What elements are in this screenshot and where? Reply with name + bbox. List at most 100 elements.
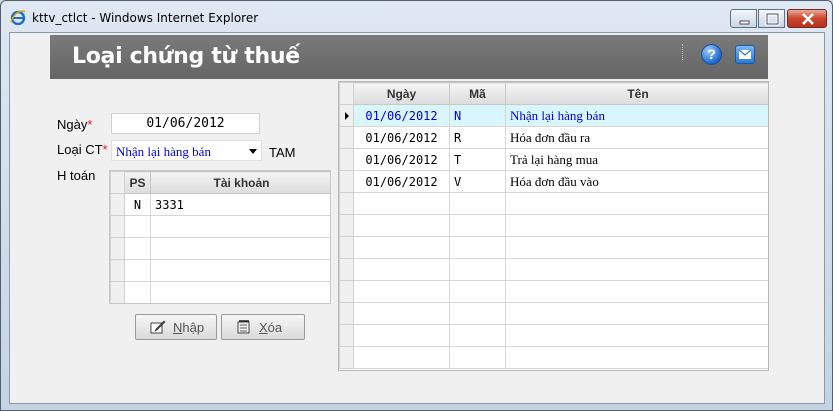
ps-cell[interactable]: [124, 259, 151, 282]
account-cell[interactable]: [150, 237, 330, 260]
column-header-ps[interactable]: PS: [124, 171, 151, 194]
ps-cell[interactable]: [124, 215, 151, 238]
table-row[interactable]: [339, 280, 768, 303]
code-cell[interactable]: [449, 280, 506, 303]
code-cell[interactable]: [449, 192, 506, 215]
code-cell[interactable]: [449, 214, 506, 237]
ps-cell[interactable]: N: [124, 193, 151, 216]
code-cell[interactable]: T: [449, 148, 506, 171]
name-cell[interactable]: [505, 258, 768, 281]
row-header[interactable]: [339, 302, 354, 325]
date-cell[interactable]: [353, 324, 450, 347]
date-cell[interactable]: [353, 302, 450, 325]
row-header[interactable]: [110, 193, 125, 216]
row-header[interactable]: [339, 126, 354, 149]
code-cell[interactable]: [449, 236, 506, 259]
table-row[interactable]: 01/06/2012 N Nhận lại hàng bán: [339, 104, 768, 127]
code-cell[interactable]: [449, 346, 506, 369]
date-cell[interactable]: [353, 258, 450, 281]
code-cell[interactable]: [449, 258, 506, 281]
account-label: H toán: [57, 168, 96, 183]
account-cell[interactable]: 3331: [150, 193, 330, 216]
code-cell[interactable]: [449, 302, 506, 325]
date-cell[interactable]: [353, 192, 450, 215]
date-cell[interactable]: [353, 214, 450, 237]
date-cell[interactable]: 01/06/2012: [353, 170, 450, 193]
table-row[interactable]: 01/06/2012 T Trả lại hàng mua: [339, 148, 768, 171]
document-type-select[interactable]: Nhận lại hàng bán: [111, 140, 262, 161]
chevron-down-icon[interactable]: [249, 149, 257, 154]
code-cell[interactable]: R: [449, 126, 506, 149]
date-input[interactable]: 01/06/2012: [111, 113, 260, 134]
column-header-date[interactable]: Ngày: [353, 82, 450, 105]
account-cell[interactable]: [150, 281, 330, 303]
row-header[interactable]: [110, 237, 125, 260]
table-row[interactable]: 01/06/2012 V Hóa đơn đầu vào: [339, 170, 768, 193]
minimize-button[interactable]: [730, 9, 757, 28]
table-row[interactable]: [110, 259, 330, 282]
name-cell[interactable]: [505, 280, 768, 303]
row-header[interactable]: [339, 148, 354, 171]
row-header[interactable]: [339, 258, 354, 281]
table-row[interactable]: [110, 281, 330, 303]
date-cell[interactable]: [353, 280, 450, 303]
name-cell[interactable]: [505, 346, 768, 369]
column-header-name[interactable]: Tên: [505, 82, 768, 105]
name-cell[interactable]: Hóa đơn đầu ra: [505, 126, 768, 149]
row-header[interactable]: [339, 170, 354, 193]
document-type-code: TAM: [269, 145, 296, 160]
table-row[interactable]: [339, 258, 768, 281]
date-cell[interactable]: 01/06/2012: [353, 148, 450, 171]
row-header[interactable]: [110, 281, 125, 303]
code-cell[interactable]: N: [449, 104, 506, 127]
table-row[interactable]: N 3331: [110, 193, 330, 216]
name-cell[interactable]: [505, 214, 768, 237]
help-icon[interactable]: ?: [701, 44, 722, 65]
name-cell[interactable]: [505, 192, 768, 215]
table-row[interactable]: [339, 324, 768, 347]
name-cell[interactable]: Hóa đơn đầu vào: [505, 170, 768, 193]
date-cell[interactable]: [353, 236, 450, 259]
table-row[interactable]: [339, 236, 768, 259]
column-header-account[interactable]: Tài khoản: [150, 171, 330, 194]
table-row[interactable]: 01/06/2012 R Hóa đơn đầu ra: [339, 126, 768, 149]
table-row[interactable]: [110, 237, 330, 260]
account-cell[interactable]: [150, 215, 330, 238]
name-cell[interactable]: [505, 236, 768, 259]
table-row[interactable]: [339, 302, 768, 325]
save-button[interactable]: Nhập: [135, 314, 217, 340]
delete-button[interactable]: Xóa: [221, 314, 305, 340]
table-row[interactable]: [339, 214, 768, 237]
table-row[interactable]: [339, 192, 768, 215]
maximize-button[interactable]: [758, 9, 785, 28]
account-grid: PS Tài khoản N 3331: [109, 170, 331, 304]
name-cell[interactable]: [505, 302, 768, 325]
date-cell[interactable]: [353, 346, 450, 369]
table-row[interactable]: [110, 215, 330, 238]
row-header[interactable]: [339, 104, 354, 127]
ps-cell[interactable]: [124, 281, 151, 303]
row-header[interactable]: [339, 346, 354, 369]
row-header[interactable]: [339, 214, 354, 237]
edit-icon: [150, 320, 166, 334]
code-cell[interactable]: V: [449, 170, 506, 193]
row-header[interactable]: [339, 236, 354, 259]
row-header[interactable]: [339, 192, 354, 215]
row-header[interactable]: [339, 280, 354, 303]
title-bar[interactable]: kttv_ctlct - Windows Internet Explorer: [1, 1, 832, 32]
name-cell[interactable]: [505, 324, 768, 347]
close-button[interactable]: [787, 9, 827, 28]
row-header[interactable]: [339, 324, 354, 347]
account-cell[interactable]: [150, 259, 330, 282]
date-cell[interactable]: 01/06/2012: [353, 104, 450, 127]
name-cell[interactable]: Nhận lại hàng bán: [505, 104, 768, 127]
date-cell[interactable]: 01/06/2012: [353, 126, 450, 149]
name-cell[interactable]: Trả lại hàng mua: [505, 148, 768, 171]
mail-icon[interactable]: [735, 45, 755, 64]
row-header[interactable]: [110, 215, 125, 238]
row-header[interactable]: [110, 259, 125, 282]
ps-cell[interactable]: [124, 237, 151, 260]
code-cell[interactable]: [449, 324, 506, 347]
column-header-code[interactable]: Mã: [449, 82, 506, 105]
table-row[interactable]: [339, 346, 768, 369]
